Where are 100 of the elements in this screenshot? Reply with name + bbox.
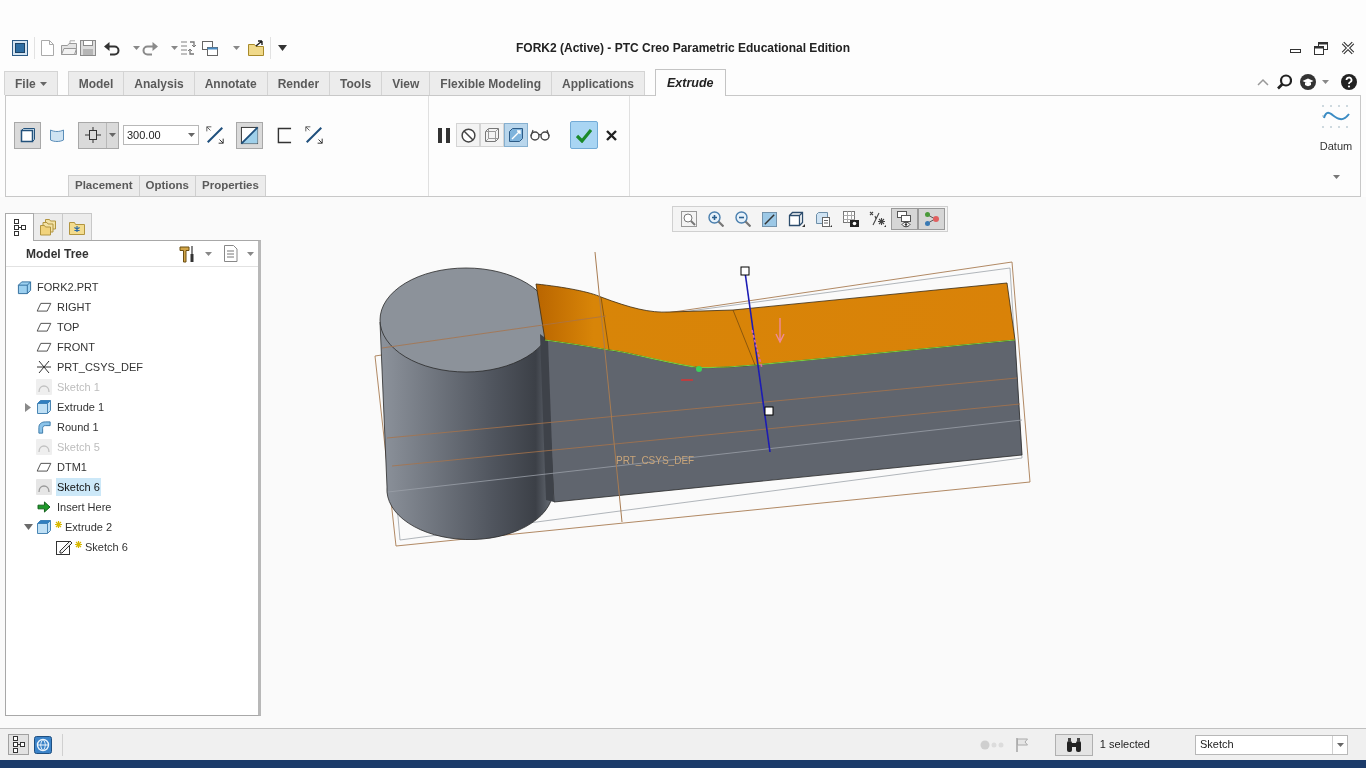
diagonal-arrows-icon bbox=[204, 125, 225, 145]
redo-icon[interactable] bbox=[142, 40, 158, 56]
panel-title: Model Tree bbox=[26, 245, 89, 263]
sketch-arc-icon bbox=[36, 439, 52, 455]
help-icon[interactable] bbox=[1341, 73, 1357, 90]
tree-item[interactable]: Extrude 2 bbox=[64, 518, 114, 536]
surface-sheet-icon bbox=[48, 128, 65, 142]
verify-button[interactable] bbox=[504, 123, 528, 147]
no-preview-button[interactable] bbox=[456, 123, 480, 147]
search-icon[interactable] bbox=[1277, 73, 1292, 90]
close-icon bbox=[605, 129, 617, 141]
overlapping-windows-icon[interactable] bbox=[202, 40, 218, 56]
favorites-tab[interactable] bbox=[63, 213, 92, 240]
tree-item[interactable]: TOP bbox=[56, 318, 81, 336]
tree-item[interactable]: FORK2.PRT bbox=[36, 278, 100, 296]
tree-item[interactable]: Insert Here bbox=[56, 498, 113, 516]
model-tree-tab[interactable] bbox=[5, 213, 34, 241]
ribbon-tab[interactable]: Annotate bbox=[193, 71, 268, 95]
caret-icon bbox=[109, 133, 116, 137]
solid-button[interactable] bbox=[14, 121, 41, 149]
extrude-cube-icon bbox=[36, 519, 52, 535]
tree-toggle-button[interactable] bbox=[8, 734, 29, 755]
extrude-cube-icon bbox=[36, 399, 52, 415]
bracket-icon bbox=[277, 126, 292, 144]
collapse-arrow-icon[interactable] bbox=[23, 524, 33, 530]
cube-icon bbox=[788, 211, 805, 227]
ribbon-tab[interactable]: Flexible Modeling bbox=[429, 71, 552, 95]
tree-item[interactable]: Extrude 1 bbox=[56, 398, 106, 416]
cube-arrows-icon bbox=[508, 127, 524, 143]
chevron-up-icon[interactable] bbox=[1257, 77, 1269, 86]
folder-arrow-icon[interactable] bbox=[248, 40, 264, 56]
close-icon[interactable] bbox=[1341, 41, 1355, 55]
ribbon-tab[interactable]: Extrude bbox=[655, 69, 726, 96]
tree-item[interactable]: PRT_CSYS_DEF bbox=[56, 358, 144, 376]
ribbon-tab[interactable]: Tools bbox=[329, 71, 383, 95]
restore-icon[interactable] bbox=[1314, 41, 1328, 55]
globe-icon[interactable] bbox=[34, 735, 52, 754]
ribbon-tab[interactable]: Model bbox=[67, 71, 125, 95]
tree-item[interactable]: Round 1 bbox=[56, 418, 100, 436]
caret-icon bbox=[187, 133, 195, 137]
save-icon[interactable] bbox=[80, 40, 96, 56]
grid-camera-icon bbox=[842, 211, 859, 227]
open-folder-icon[interactable] bbox=[61, 40, 77, 56]
binoculars-icon bbox=[1065, 737, 1082, 752]
list-arrows-icon[interactable] bbox=[180, 40, 196, 56]
file-menu[interactable]: File bbox=[4, 71, 58, 95]
round-icon bbox=[36, 419, 52, 435]
plane-icon bbox=[36, 462, 52, 472]
datum-button[interactable]: Datum bbox=[1319, 104, 1353, 155]
caret-icon[interactable] bbox=[278, 45, 287, 51]
tree-item[interactable]: FRONT bbox=[56, 338, 96, 356]
dots-icon bbox=[979, 739, 1004, 750]
sketch-arc-icon bbox=[36, 479, 52, 495]
plane-icon bbox=[36, 322, 52, 332]
check-icon bbox=[576, 127, 592, 143]
tree-item[interactable]: RIGHT bbox=[56, 298, 93, 316]
document-list-icon[interactable] bbox=[223, 245, 238, 262]
ribbon-tab[interactable]: Render bbox=[266, 71, 331, 95]
ribbon-tab[interactable]: View bbox=[381, 71, 431, 95]
layers-eye-button[interactable] bbox=[891, 208, 918, 230]
insert-arrow-icon bbox=[37, 501, 51, 513]
stacked-folders-icon bbox=[40, 218, 56, 236]
ribbon-tab[interactable]: Applications bbox=[551, 71, 645, 95]
depth-blind-icon bbox=[84, 127, 101, 143]
minimize-icon[interactable] bbox=[1290, 49, 1301, 53]
square-diagonal-icon bbox=[240, 125, 259, 145]
box-preview-button[interactable] bbox=[480, 123, 504, 147]
caret-icon bbox=[1336, 742, 1344, 747]
find-button[interactable] bbox=[1054, 733, 1093, 756]
datum-marks-icon bbox=[869, 211, 886, 227]
hammer-screwdriver-icon[interactable] bbox=[179, 244, 195, 263]
caret-icon bbox=[39, 81, 47, 86]
dashboard-tab[interactable]: Options bbox=[138, 175, 196, 196]
dashboard-tab[interactable]: Properties bbox=[195, 175, 266, 196]
tree-item[interactable]: Sketch 6 bbox=[84, 538, 129, 556]
plane-icon bbox=[36, 302, 52, 312]
pause-icon bbox=[438, 127, 450, 143]
cube-page-icon bbox=[815, 211, 832, 227]
ribbon-tab[interactable]: Analysis bbox=[123, 71, 195, 95]
graduation-cap-icon[interactable] bbox=[1300, 73, 1316, 90]
axes-icon bbox=[36, 359, 52, 375]
shaded-square-icon bbox=[762, 211, 777, 227]
depth-option-button[interactable] bbox=[78, 121, 119, 149]
tree-item[interactable]: DTM1 bbox=[56, 458, 88, 476]
expand-arrow-icon[interactable] bbox=[25, 402, 31, 412]
tree-item[interactable]: Sketch 6 bbox=[56, 478, 101, 496]
prohibited-icon bbox=[460, 127, 476, 143]
zoom-in-icon bbox=[707, 211, 724, 227]
remove-material-button[interactable] bbox=[236, 121, 263, 149]
wireframe-cube-icon bbox=[484, 127, 500, 143]
part-cube-icon bbox=[16, 279, 32, 295]
app-window-icon[interactable] bbox=[12, 40, 28, 56]
undo-icon[interactable] bbox=[104, 40, 120, 56]
selection-filter-dropdown[interactable]: Sketch bbox=[1195, 734, 1348, 755]
depth-field[interactable]: 300.00 bbox=[123, 125, 199, 145]
dashboard-tab[interactable]: Placement bbox=[68, 175, 140, 196]
sketch-arc-icon bbox=[36, 379, 52, 395]
diagonal-arrows-icon bbox=[303, 125, 324, 145]
nodes-button[interactable] bbox=[918, 208, 945, 230]
layers-eye-icon bbox=[896, 210, 913, 228]
